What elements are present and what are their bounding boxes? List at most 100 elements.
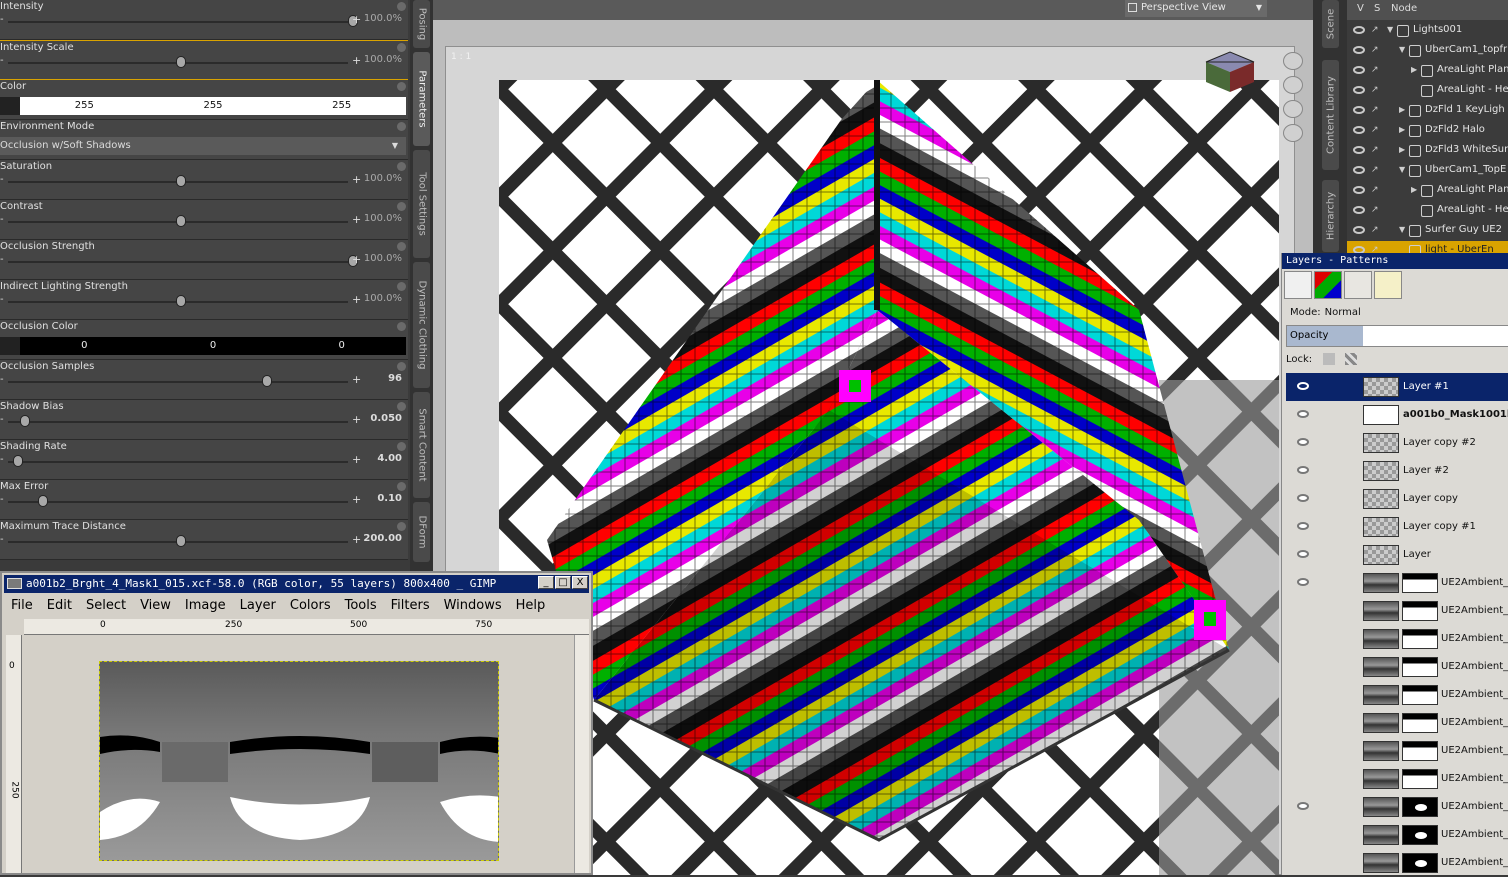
layer-thumbnail[interactable] xyxy=(1363,657,1399,677)
property-value[interactable]: 0.10 xyxy=(377,493,402,504)
property-row[interactable]: Occlusion Samples - +96 xyxy=(0,360,408,400)
gear-icon[interactable] xyxy=(397,242,406,251)
property-row[interactable]: Environment Mode Occlusion w/Soft Shadows… xyxy=(0,120,408,160)
select-arrow-icon[interactable]: ↗ xyxy=(1371,105,1379,115)
scene-tab[interactable]: Scene xyxy=(1322,0,1339,48)
slider-knob[interactable] xyxy=(20,415,31,427)
layer-row[interactable]: Layer xyxy=(1286,541,1508,569)
color-channel-value[interactable]: 0 xyxy=(149,337,278,355)
layer-row[interactable]: Layer #1 xyxy=(1286,373,1508,401)
layer-mask-thumbnail[interactable] xyxy=(1402,797,1438,817)
visibility-eye-icon[interactable] xyxy=(1297,382,1309,390)
layer-row[interactable]: UE2Ambient_a xyxy=(1286,793,1508,821)
gimp-canvas[interactable] xyxy=(24,635,572,873)
layer-row[interactable]: UE2Ambient_a xyxy=(1286,569,1508,597)
scene-node-row[interactable]: ↗ ▼ Surfer Guy UE2 xyxy=(1347,221,1508,241)
property-value[interactable]: 100.0% xyxy=(364,13,402,24)
gear-icon[interactable] xyxy=(397,162,406,171)
select-arrow-icon[interactable]: ↗ xyxy=(1371,85,1379,95)
camera-roll-icon[interactable] xyxy=(1283,124,1303,142)
eye-icon[interactable] xyxy=(1353,206,1365,214)
increment-button[interactable]: + xyxy=(352,213,361,226)
decrement-button[interactable]: - xyxy=(0,55,4,66)
expand-toggle-icon[interactable]: ▼ xyxy=(1399,225,1405,234)
scene-tab[interactable]: Content Library xyxy=(1322,60,1339,170)
navigation-cube[interactable] xyxy=(1198,48,1262,92)
menu-image[interactable]: Image xyxy=(178,595,233,617)
scene-node-row[interactable]: ↗ ▶ DzFld2 Halo xyxy=(1347,121,1508,141)
visibility-eye-icon[interactable] xyxy=(1297,550,1309,558)
layer-thumbnail[interactable] xyxy=(1363,545,1399,565)
property-row[interactable]: Intensity - +100.0% xyxy=(0,0,408,40)
layer-row[interactable]: UE2Ambient_a xyxy=(1286,737,1508,765)
color-swatch-icon[interactable] xyxy=(0,97,20,115)
color-channel-value[interactable]: 255 xyxy=(149,97,278,115)
gear-icon[interactable] xyxy=(397,43,406,52)
menu-help[interactable]: Help xyxy=(509,595,553,617)
lock-pixels-icon[interactable] xyxy=(1323,353,1336,365)
layer-thumbnail[interactable] xyxy=(1363,825,1399,845)
gear-icon[interactable] xyxy=(397,362,406,371)
lock-alpha-icon[interactable] xyxy=(1344,353,1357,365)
camera-orbit-icon[interactable] xyxy=(1283,52,1303,70)
property-row[interactable]: Saturation - +100.0% xyxy=(0,160,408,200)
menu-edit[interactable]: Edit xyxy=(40,595,79,617)
decrement-button[interactable]: - xyxy=(0,494,4,505)
visibility-eye-icon[interactable] xyxy=(1297,522,1309,530)
increment-button[interactable]: + xyxy=(352,13,361,26)
select-arrow-icon[interactable]: ↗ xyxy=(1371,125,1379,135)
visibility-eye-icon[interactable] xyxy=(1297,494,1309,502)
layer-row[interactable]: UE2Ambient_a xyxy=(1286,821,1508,849)
layer-thumbnail[interactable] xyxy=(1363,461,1399,481)
minimize-button[interactable]: _ xyxy=(538,576,554,589)
layer-mask-thumbnail[interactable] xyxy=(1402,629,1438,649)
property-value[interactable]: 200.00 xyxy=(363,533,402,544)
eye-icon[interactable] xyxy=(1353,226,1365,234)
slider-track[interactable] xyxy=(8,421,348,423)
layer-row[interactable]: UE2Ambient_a xyxy=(1286,709,1508,737)
menu-select[interactable]: Select xyxy=(79,595,133,617)
layer-name[interactable]: UE2Ambient_a xyxy=(1441,605,1508,616)
expand-toggle-icon[interactable]: ▶ xyxy=(1411,65,1417,74)
eye-icon[interactable] xyxy=(1353,186,1365,194)
expand-toggle-icon[interactable]: ▶ xyxy=(1411,185,1417,194)
layer-row[interactable]: Layer copy xyxy=(1286,485,1508,513)
layers-tab-icon[interactable] xyxy=(1284,271,1312,299)
property-value[interactable]: 4.00 xyxy=(377,453,402,464)
visibility-eye-icon[interactable] xyxy=(1297,578,1309,586)
slider-knob[interactable] xyxy=(13,455,24,467)
scene-node-row[interactable]: ↗ ▼ UberCam1_topfr xyxy=(1347,41,1508,61)
vertical-scrollbar[interactable] xyxy=(574,635,589,873)
layer-row[interactable]: Layer copy #1 xyxy=(1286,513,1508,541)
expand-toggle-icon[interactable]: ▶ xyxy=(1399,145,1405,154)
layer-name[interactable]: Layer copy #2 xyxy=(1403,437,1476,448)
layer-name[interactable]: UE2Ambient_a xyxy=(1441,773,1508,784)
layer-thumbnail[interactable] xyxy=(1363,769,1399,789)
scene-tab[interactable]: Hierarchy xyxy=(1322,180,1339,252)
layer-row[interactable]: UE2Ambient_a xyxy=(1286,653,1508,681)
select-arrow-icon[interactable]: ↗ xyxy=(1371,205,1379,215)
slider-track[interactable] xyxy=(8,501,348,503)
property-row[interactable]: Shading Rate - +4.00 xyxy=(0,440,408,480)
slider-knob[interactable] xyxy=(175,56,186,68)
visibility-eye-icon[interactable] xyxy=(1297,410,1309,418)
layer-row[interactable]: Layer copy #2 xyxy=(1286,429,1508,457)
visibility-eye-icon[interactable] xyxy=(1297,466,1309,474)
side-tab[interactable]: Dynamic Clothing xyxy=(413,262,430,388)
property-value[interactable]: 100.0% xyxy=(364,213,402,224)
decrement-button[interactable]: - xyxy=(0,214,4,225)
visibility-eye-icon[interactable] xyxy=(1297,802,1309,810)
layer-mask-thumbnail[interactable] xyxy=(1402,601,1438,621)
layer-name[interactable]: UE2Ambient_a xyxy=(1441,661,1508,672)
property-value[interactable]: 96 xyxy=(388,373,402,384)
paths-tab-icon[interactable] xyxy=(1344,271,1372,299)
layer-row[interactable]: UE2Ambient_a xyxy=(1286,625,1508,653)
camera-pan-icon[interactable] xyxy=(1283,76,1303,94)
side-tab[interactable]: Tool Settings xyxy=(413,150,430,258)
gear-icon[interactable] xyxy=(397,442,406,451)
increment-button[interactable]: + xyxy=(352,453,361,466)
select-arrow-icon[interactable]: ↗ xyxy=(1371,45,1379,55)
layer-row[interactable]: Layer #2 xyxy=(1286,457,1508,485)
layer-thumbnail[interactable] xyxy=(1363,573,1399,593)
layer-name[interactable]: UE2Ambient_a xyxy=(1441,577,1508,588)
